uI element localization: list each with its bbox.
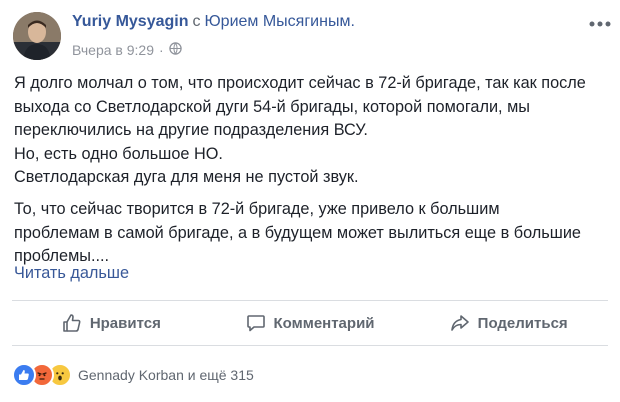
with-word: с	[192, 13, 201, 30]
post-meta: Вчера в 9:29 ·	[72, 42, 182, 58]
comment-label: Комментарий	[273, 314, 375, 332]
text-line: Светлодарская дуга для меня не пустой зв…	[14, 168, 359, 186]
share-button[interactable]: Поделиться	[409, 301, 608, 345]
like-button[interactable]: Нравится	[12, 301, 211, 345]
text-line: Но, есть одно большое НО.	[14, 144, 223, 163]
thumbs-up-icon	[62, 313, 82, 333]
post-paragraph-2: То, что сейчас творится в 72-й бригаде, …	[14, 198, 610, 269]
like-label: Нравится	[89, 314, 161, 332]
meta-separator: ·	[159, 42, 164, 58]
text-line: То, что сейчас творится в 72-й бригаде, …	[14, 200, 500, 218]
avatar-photo	[13, 12, 61, 60]
like-icon	[12, 363, 36, 387]
text-line: переключились на другие подразделения ВС…	[14, 121, 368, 139]
post-author-line: Yuriy Mysyagin с Юрием Мысягиным.	[72, 13, 355, 31]
globe-icon[interactable]	[168, 42, 182, 58]
post-timestamp[interactable]: Вчера в 9:29	[72, 42, 154, 58]
facebook-post: Yuriy Mysyagin с Юрием Мысягиным. Вчера в …	[0, 0, 620, 402]
share-label: Поделиться	[477, 314, 568, 332]
reaction-icons[interactable]	[12, 363, 72, 387]
read-more-link[interactable]: Читать дальше	[14, 264, 129, 283]
text-line: выхода со Светлодарской дуги 54-й бригад…	[14, 97, 530, 116]
action-bar-bottom-divider	[12, 345, 608, 346]
text-line: Я долго молчал о том, что происходит сей…	[14, 74, 586, 92]
ellipsis-icon[interactable]	[586, 14, 614, 34]
post-paragraph-1: Я долго молчал о том, что происходит сей…	[14, 72, 610, 190]
share-icon	[450, 313, 470, 333]
post-action-bar: Нравится Комментарий Поделиться	[12, 301, 608, 345]
comment-icon	[246, 313, 266, 333]
reactions-summary: Gennady Korban и ещё 315	[12, 363, 254, 387]
tagged-user-link[interactable]: Юрием Мысягиным.	[205, 13, 355, 30]
reaction-count-link[interactable]: Gennady Korban и ещё 315	[78, 367, 254, 383]
comment-button[interactable]: Комментарий	[211, 301, 410, 345]
author-name-link[interactable]: Yuriy Mysyagin	[72, 13, 189, 30]
text-line: проблемам в самой бригаде, а в будущем м…	[14, 223, 581, 242]
author-avatar[interactable]	[13, 12, 61, 60]
